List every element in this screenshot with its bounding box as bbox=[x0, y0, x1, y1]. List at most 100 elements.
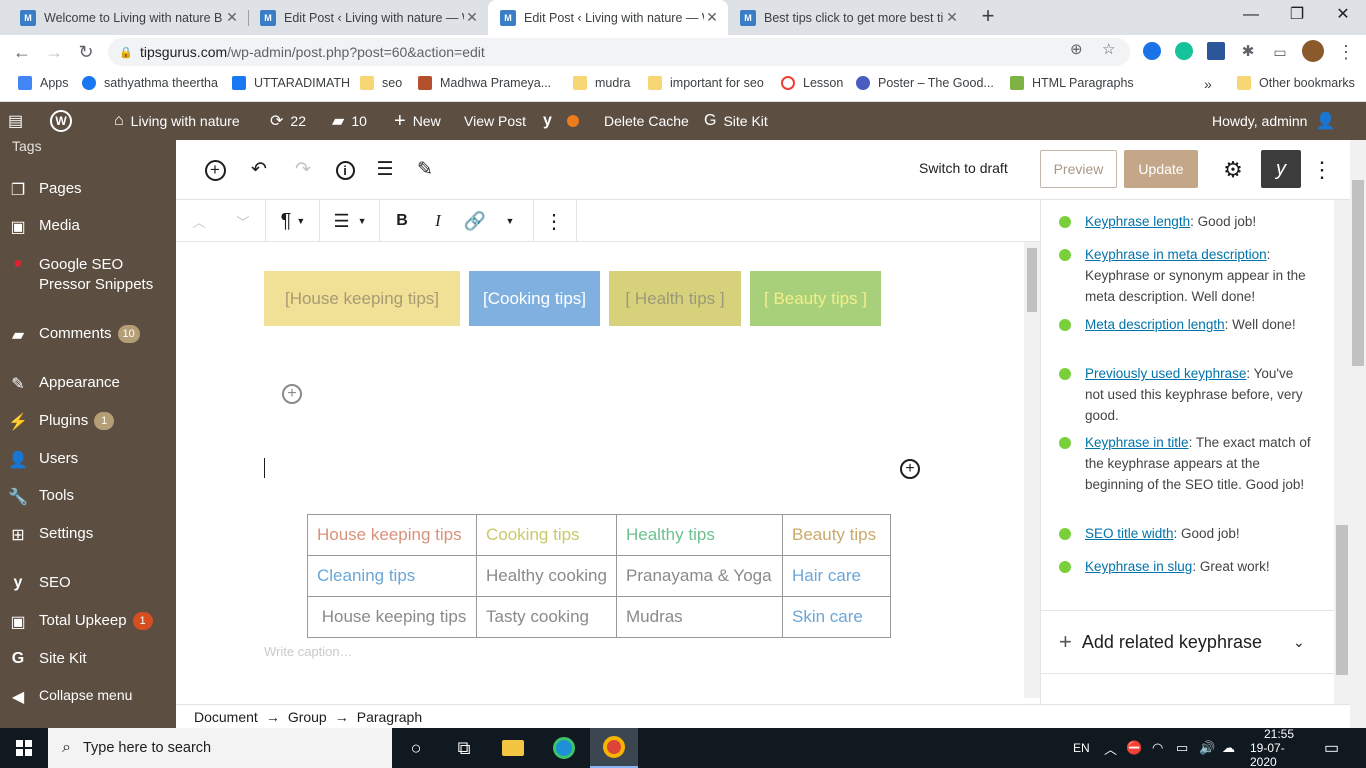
tools-pencil-icon[interactable]: ✎ bbox=[412, 157, 438, 183]
browser-tab-4[interactable]: M Best tips click to get more best ti ✕ bbox=[728, 0, 968, 35]
sidebar-toggle-icon[interactable]: ▤ bbox=[8, 102, 30, 140]
breadcrumb-group[interactable]: Group bbox=[288, 709, 327, 725]
menu-item-pages[interactable]: ❐ Pages bbox=[0, 180, 176, 200]
menu-item-total-upkeep[interactable]: ▣ Total Upkeep 1 bbox=[0, 612, 176, 632]
preview-button[interactable]: Preview bbox=[1040, 150, 1117, 188]
close-tab-icon[interactable]: ✕ bbox=[704, 9, 720, 26]
taskbar-search-box[interactable]: ⌕ Type here to search bbox=[48, 728, 392, 768]
keyphrase-in-slug-link[interactable]: Keyphrase in slug bbox=[1085, 559, 1192, 574]
block-options-icon[interactable]: ⋮ bbox=[542, 200, 566, 242]
block-navigation-icon[interactable]: ☰ bbox=[372, 157, 398, 183]
bookmark-apps[interactable]: Apps bbox=[18, 76, 69, 90]
scrollbar-thumb[interactable] bbox=[1336, 525, 1348, 675]
user-account-menu[interactable]: Howdy, adminn 👤 bbox=[1212, 102, 1335, 140]
bookmark-mudra-folder[interactable]: mudra bbox=[573, 76, 630, 90]
chrome-browser-icon[interactable] bbox=[590, 728, 638, 768]
action-center-icon[interactable]: ▭ bbox=[1324, 728, 1339, 768]
yoast-sidebar-button[interactable]: y bbox=[1261, 150, 1301, 188]
system-clock[interactable]: 21:55 19-07-2020 bbox=[1250, 727, 1308, 768]
bookmark-html-paragraphs[interactable]: HTML Paragraphs bbox=[1010, 76, 1134, 90]
wordpress-logo-icon[interactable]: W bbox=[50, 102, 79, 140]
info-icon[interactable]: i bbox=[332, 157, 358, 183]
windows-start-button[interactable] bbox=[0, 728, 48, 768]
site-kit-link[interactable]: G Site Kit bbox=[704, 102, 768, 140]
editor-scrollbar[interactable] bbox=[1024, 242, 1040, 698]
site-name-link[interactable]: ⌂ Living with nature bbox=[114, 102, 240, 140]
bookmark-seo-folder[interactable]: seo bbox=[360, 76, 402, 90]
new-content-link[interactable]: + New bbox=[394, 102, 441, 140]
breadcrumb-paragraph[interactable]: Paragraph bbox=[357, 709, 422, 725]
bookmark-star-icon[interactable]: ☆ bbox=[1102, 40, 1115, 58]
new-tab-button[interactable]: + bbox=[976, 4, 1000, 28]
bookmark-sathyathma[interactable]: sathyathma theertha bbox=[82, 76, 218, 90]
undo-icon[interactable]: ↶ bbox=[246, 157, 272, 183]
back-arrow-icon[interactable]: ← bbox=[10, 40, 34, 64]
menu-item-users[interactable]: 👤 Users bbox=[0, 450, 176, 470]
seo-title-width-link[interactable]: SEO title width bbox=[1085, 526, 1174, 541]
address-bar[interactable]: 🔒 tipsgurus.com/wp-admin/post.php?post=6… bbox=[108, 38, 1130, 66]
security-status-icon[interactable]: ⛔ bbox=[1126, 728, 1142, 768]
menu-item-plugins[interactable]: ⚡ Plugins 1 bbox=[0, 412, 176, 432]
add-block-plus-icon[interactable]: + bbox=[900, 459, 920, 479]
browser-tab-3-active[interactable]: M Edit Post ‹ Living with nature — W ✕ bbox=[488, 0, 728, 35]
keyphrase-length-link[interactable]: Keyphrase length bbox=[1085, 214, 1190, 229]
file-explorer-icon[interactable] bbox=[489, 728, 537, 768]
language-indicator[interactable]: EN bbox=[1073, 728, 1090, 768]
comments-link[interactable]: ▰ 10 bbox=[332, 102, 367, 140]
inserter-plus-icon[interactable]: + bbox=[282, 384, 302, 404]
menu-item-settings[interactable]: ⊞ Settings bbox=[0, 525, 176, 545]
close-tab-icon[interactable]: ✕ bbox=[464, 9, 480, 26]
grammarly-icon[interactable] bbox=[1175, 42, 1193, 60]
menu-item-media[interactable]: ▣ Media bbox=[0, 217, 176, 237]
more-formats-chevron-icon[interactable]: ▼ bbox=[501, 200, 519, 242]
onedrive-cloud-icon[interactable]: ☁ bbox=[1222, 728, 1235, 768]
download-extension-icon[interactable] bbox=[1207, 42, 1225, 60]
wifi-icon[interactable]: ◠ bbox=[1152, 728, 1163, 768]
bold-icon[interactable]: B bbox=[391, 200, 413, 242]
view-post-link[interactable]: View Post bbox=[464, 102, 526, 140]
table-cell[interactable]: Beauty tips bbox=[782, 514, 891, 556]
close-window-button[interactable]: ✕ bbox=[1320, 0, 1366, 32]
keyphrase-in-title-link[interactable]: Keyphrase in title bbox=[1085, 435, 1189, 450]
add-related-keyphrase-panel[interactable]: + Add related keyphrase ⌄ bbox=[1041, 610, 1337, 674]
health-tips-button[interactable]: [ Health tips ] bbox=[609, 271, 741, 326]
move-down-icon[interactable]: ﹀ bbox=[230, 200, 256, 242]
battery-icon[interactable]: ▭ bbox=[1176, 728, 1188, 768]
bookmark-important-seo-folder[interactable]: important for seo bbox=[648, 76, 764, 90]
volume-icon[interactable]: 🔊 bbox=[1199, 728, 1215, 768]
menu-item-comments[interactable]: ▰ Comments 10 bbox=[0, 325, 176, 345]
table-cell[interactable]: Skin care bbox=[782, 596, 891, 638]
menu-item-tools[interactable]: 🔧 Tools bbox=[0, 487, 176, 507]
cooking-tips-button[interactable]: [Cooking tips] bbox=[469, 271, 600, 326]
table-cell[interactable]: Hair care bbox=[782, 555, 891, 597]
forward-arrow-icon[interactable]: → bbox=[42, 40, 66, 64]
more-options-icon[interactable]: ⋮ bbox=[1309, 157, 1335, 183]
table-cell[interactable]: Mudras bbox=[616, 596, 783, 638]
other-bookmarks[interactable]: Other bookmarks bbox=[1237, 76, 1355, 90]
task-view-icon[interactable]: ⧉ bbox=[440, 728, 488, 768]
close-tab-icon[interactable]: ✕ bbox=[944, 9, 960, 26]
table-caption-placeholder[interactable]: Write caption… bbox=[264, 644, 353, 659]
reload-icon[interactable]: ↻ bbox=[74, 40, 98, 64]
redo-icon[interactable]: ↷ bbox=[290, 157, 316, 183]
minimize-window-button[interactable]: — bbox=[1228, 0, 1274, 32]
table-cell[interactable]: Cleaning tips bbox=[307, 555, 477, 597]
page-scrollbar[interactable] bbox=[1350, 140, 1366, 728]
beauty-tips-button[interactable]: [ Beauty tips ] bbox=[750, 271, 881, 326]
browser-tab-1[interactable]: M Welcome to Living with nature B ✕ bbox=[8, 0, 248, 35]
menu-item-appearance[interactable]: ✎ Appearance bbox=[0, 374, 176, 394]
edge-browser-icon[interactable] bbox=[540, 728, 588, 768]
menu-item-collapse[interactable]: ◀ Collapse menu bbox=[0, 687, 176, 707]
settings-gear-icon[interactable]: ⚙ bbox=[1220, 157, 1246, 183]
add-block-icon[interactable]: + bbox=[202, 157, 228, 183]
puzzle-extensions-icon[interactable]: ✱ bbox=[1236, 40, 1260, 64]
table-cell[interactable]: House keeping tips bbox=[307, 514, 477, 556]
meta-description-length-link[interactable]: Meta description length bbox=[1085, 317, 1225, 332]
bookmark-lesson[interactable]: Lesson bbox=[781, 76, 843, 90]
table-cell[interactable]: Healthy cooking bbox=[476, 555, 617, 597]
bookmark-poster[interactable]: Poster – The Good... bbox=[856, 76, 994, 90]
profile-avatar[interactable] bbox=[1302, 40, 1324, 62]
scrollbar-thumb[interactable] bbox=[1352, 180, 1364, 366]
menu-item-tags[interactable]: Tags bbox=[0, 140, 176, 154]
scrollbar-thumb[interactable] bbox=[1027, 248, 1037, 312]
